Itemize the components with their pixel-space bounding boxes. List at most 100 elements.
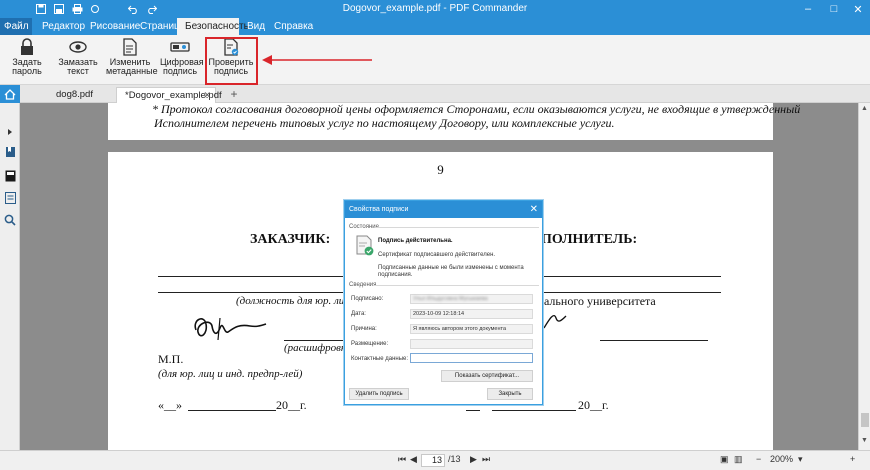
underline [158,276,345,277]
underline [541,292,721,293]
scroll-down-icon[interactable]: ▼ [861,437,868,444]
section-divider [375,227,539,228]
document-page: * Протокол согласования договорной цены … [108,103,800,140]
contact-value[interactable] [410,353,533,363]
position-label: (должность для юр. ли [236,295,345,307]
minimize-icon[interactable]: – [796,0,820,18]
delete-signature-button[interactable]: Удалить подпись [349,388,409,400]
document-tabs: dog8.pdf *Dogovor_example.pdf ✕ + [20,85,870,103]
zoom-dropdown-icon[interactable]: ▾ [798,454,803,465]
zoom-out-icon[interactable]: − [756,454,761,464]
two-page-view-icon[interactable]: ▥ [734,454,743,465]
close-window-icon[interactable]: ✕ [846,0,870,18]
document-edit-icon [123,38,137,56]
reason-value: Я являюсь автором этого документа [410,324,533,334]
last-page-icon[interactable]: ⏭ [482,454,490,465]
title-bar: Dogovor_example.pdf - PDF Commander – □ … [0,0,870,18]
status-bar: ⏮ ◀ 13 /13 ▶ ⏭ ▣ ▥ − 200% ▾ + [0,450,870,470]
ribbon: Задать пароль Замазать текст Изменить ме… [0,35,870,85]
underline [158,292,345,293]
section-divider [373,285,539,286]
digital-signature-icon [170,42,190,52]
digital-signature-line2: подпись [162,66,198,76]
search-icon[interactable] [3,213,17,227]
redact-text-button[interactable]: Замазать текст [56,38,100,84]
contact-label: Контактные данные: [351,356,409,362]
signed-by-text: Улья Ильдусовна Мусыкаева [413,296,488,302]
scrollbar-thumb[interactable] [861,413,869,427]
single-page-view-icon[interactable]: ▣ [720,454,729,465]
dialog-title-text: Свойства подписи [349,206,409,213]
verify-signature-highlight [205,37,258,85]
status-cert-text: Сертификат подписавшего действителен. [378,252,496,258]
close-tab-icon[interactable]: ✕ [203,88,211,103]
new-tab-icon[interactable]: + [227,87,241,103]
set-password-button[interactable]: Задать пароль [6,38,48,84]
signature-image [194,317,267,341]
vertical-scrollbar[interactable]: ▲ ▼ [858,103,870,450]
bookmarks-icon[interactable] [3,145,17,159]
show-certificate-button[interactable]: Показать сертификат... [441,370,533,382]
date-underline [492,410,576,411]
edit-metadata-line2: метаданные [106,66,158,76]
page1-text-line2: Исполнителем перечень типовых услуг по н… [154,116,615,130]
annotations-icon[interactable] [3,191,17,205]
scroll-up-icon[interactable]: ▲ [861,105,868,112]
signature-line [600,340,708,341]
page-number-input[interactable]: 13 [421,454,445,467]
dialog-title: Свойства подписи [345,201,542,218]
customer-heading: ЗАКАЗЧИК: [250,232,331,247]
digital-signature-button[interactable]: Цифровая подпись [160,38,204,84]
lock-icon [21,38,33,55]
date-value: 2023-10-09 12:18:14 [410,309,533,319]
date-left-year: 20__г. [276,398,307,412]
executor-heading: ПОЛНИТЕЛЬ: [541,232,638,247]
stamp-label: М.П. [158,352,184,366]
tab-file[interactable]: Файл ▾ [0,18,32,49]
zoom-value[interactable]: 200% [770,454,793,464]
edit-metadata-button[interactable]: Изменить метаданные [106,38,158,84]
set-password-line2: пароль [12,66,42,76]
doc-tab-dog8[interactable]: dog8.pdf [48,87,108,103]
university-text: ального университета [544,294,656,308]
page-number: 9 [437,162,444,177]
tab-security[interactable]: Безопасность [177,18,249,35]
expand-panel-icon[interactable] [3,125,17,139]
thumbnails-icon[interactable] [3,169,17,183]
date-underline [466,410,480,411]
tab-help[interactable]: Справка [266,18,321,35]
dialog-close-icon[interactable]: ✕ [530,201,538,218]
signed-by-label: Подписано: [351,296,384,302]
next-page-icon[interactable]: ▶ [470,454,477,465]
legal-entity-note: (для юр. лиц и инд. предпр-лей) [158,368,303,380]
prev-page-icon[interactable]: ◀ [410,454,417,465]
left-sidebar [0,85,20,460]
decoding-label: (расшифровк [284,342,347,354]
signed-by-value: Улья Ильдусовна Мусыкаева [410,294,533,304]
location-value [410,339,533,349]
maximize-icon[interactable]: □ [822,0,846,18]
date-left-prefix: «__» [158,398,182,412]
underline [541,276,721,277]
page1-text-line1: * Протокол согласования договорной цены … [152,103,801,116]
zoom-in-icon[interactable]: + [850,454,855,464]
doc-tab-dogovor-example[interactable]: *Dogovor_example.pdf ✕ [116,87,222,103]
first-page-icon[interactable]: ⏮ [398,454,406,465]
eye-icon [69,41,87,53]
close-dialog-button[interactable]: Закрыть [487,388,533,400]
status-unchanged-text-2: подписания. [378,272,413,278]
window-title: Dogovor_example.pdf - PDF Commander [342,3,528,14]
status-valid-text: Подпись действительна. [378,238,453,244]
signature-properties-dialog: Свойства подписи ✕ Состояние Подпись дей… [344,200,543,405]
executor-signature-image [543,314,567,329]
date-right-year: 20__г. [578,398,609,412]
date-label: Дата: [351,311,366,317]
annotation-arrow [262,55,372,65]
home-icon [4,88,16,100]
menu-bar: Файл ▾ Редактор Рисование Страницы Безоп… [0,18,870,49]
reason-label: Причина: [351,326,377,332]
date-underline [188,410,276,411]
home-button[interactable] [0,85,20,103]
location-label: Размещение: [351,341,389,347]
doc-tab-label: dog8.pdf [56,89,93,100]
